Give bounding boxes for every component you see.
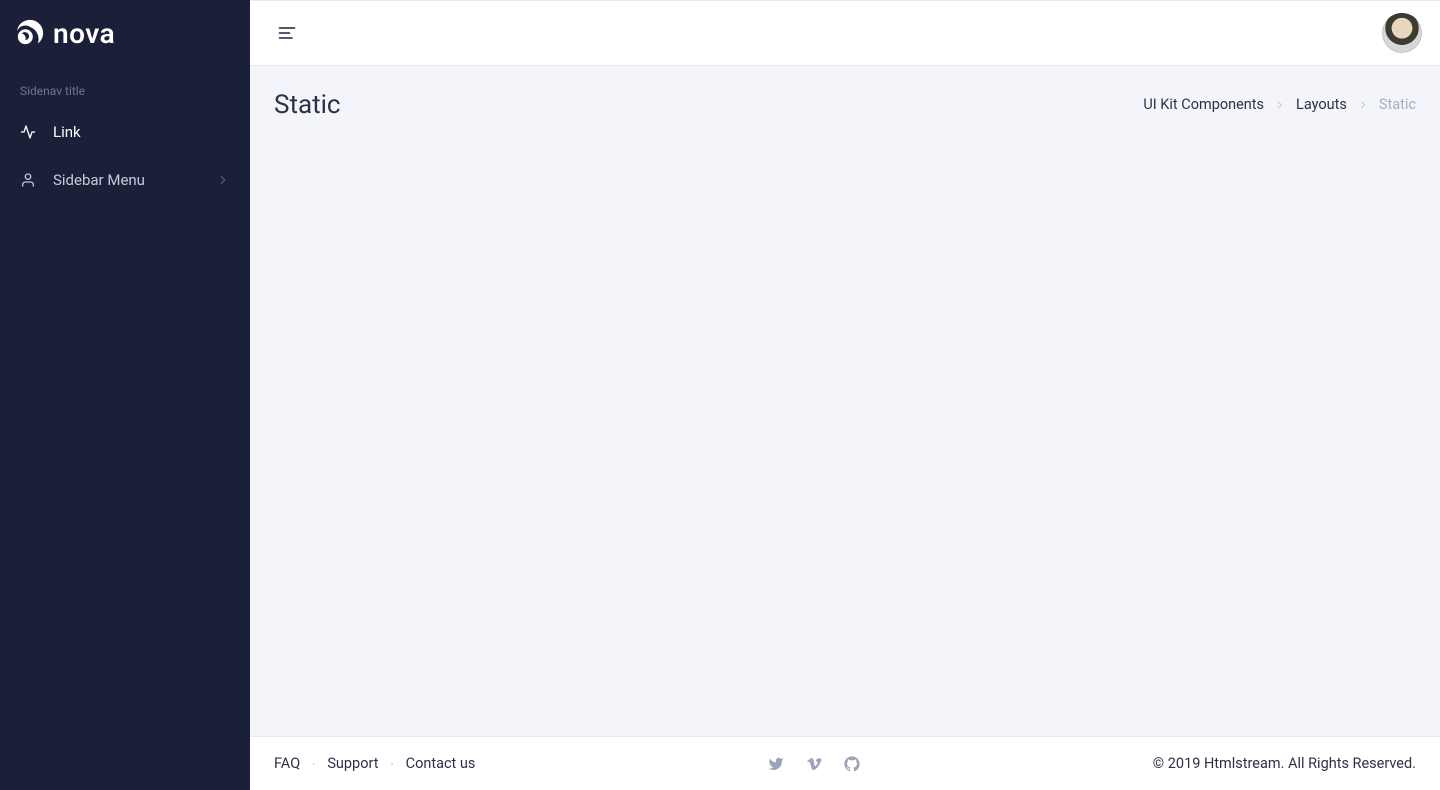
sidenav-section-title: Sidenav title: [0, 66, 250, 108]
page-title: Static: [274, 90, 341, 120]
footer-links: FAQ · Support · Contact us: [274, 755, 475, 772]
breadcrumb-item[interactable]: UI Kit Components: [1143, 96, 1264, 113]
user-icon: [20, 172, 36, 188]
header: [250, 0, 1440, 66]
breadcrumb-item[interactable]: Layouts: [1296, 96, 1347, 113]
separator-dot: ·: [312, 757, 315, 771]
chevron-right-icon: [1274, 99, 1286, 111]
sidebar-item-label: Sidebar Menu: [53, 171, 216, 189]
chevron-right-icon: [216, 173, 230, 187]
sidebar-toggle-button[interactable]: [276, 22, 298, 44]
footer-link-faq[interactable]: FAQ: [274, 755, 300, 772]
sidebar-item-sidebar-menu[interactable]: Sidebar Menu: [0, 156, 250, 204]
breadcrumb: UI Kit Components Layouts Static: [1143, 90, 1416, 113]
footer: FAQ · Support · Contact us © 2019 Htmlst…: [250, 736, 1440, 790]
footer-social: [475, 756, 1152, 772]
content-area: Static UI Kit Components Layouts Static: [250, 66, 1440, 736]
brand-text: nova: [53, 17, 115, 50]
twitter-icon[interactable]: [768, 756, 784, 772]
main-column: Static UI Kit Components Layouts Static …: [250, 0, 1440, 790]
separator-dot: ·: [390, 757, 393, 771]
github-icon[interactable]: [844, 756, 860, 772]
vimeo-icon[interactable]: [806, 756, 822, 772]
chevron-right-icon: [1357, 99, 1369, 111]
nova-logo-icon: [15, 18, 45, 48]
breadcrumb-item-current: Static: [1379, 96, 1416, 113]
brand-logo[interactable]: nova: [15, 17, 115, 50]
activity-icon: [20, 124, 36, 140]
sidebar: nova Sidenav title Link Sidebar Menu: [0, 0, 250, 790]
sidebar-item-link[interactable]: Link: [0, 108, 250, 156]
footer-link-support[interactable]: Support: [327, 755, 378, 772]
user-avatar[interactable]: [1382, 13, 1422, 53]
sidebar-item-label: Link: [53, 123, 230, 141]
logo-wrap: nova: [0, 0, 250, 66]
footer-copyright: © 2019 Htmlstream. All Rights Reserved.: [1153, 755, 1416, 772]
footer-link-contact[interactable]: Contact us: [406, 755, 476, 772]
